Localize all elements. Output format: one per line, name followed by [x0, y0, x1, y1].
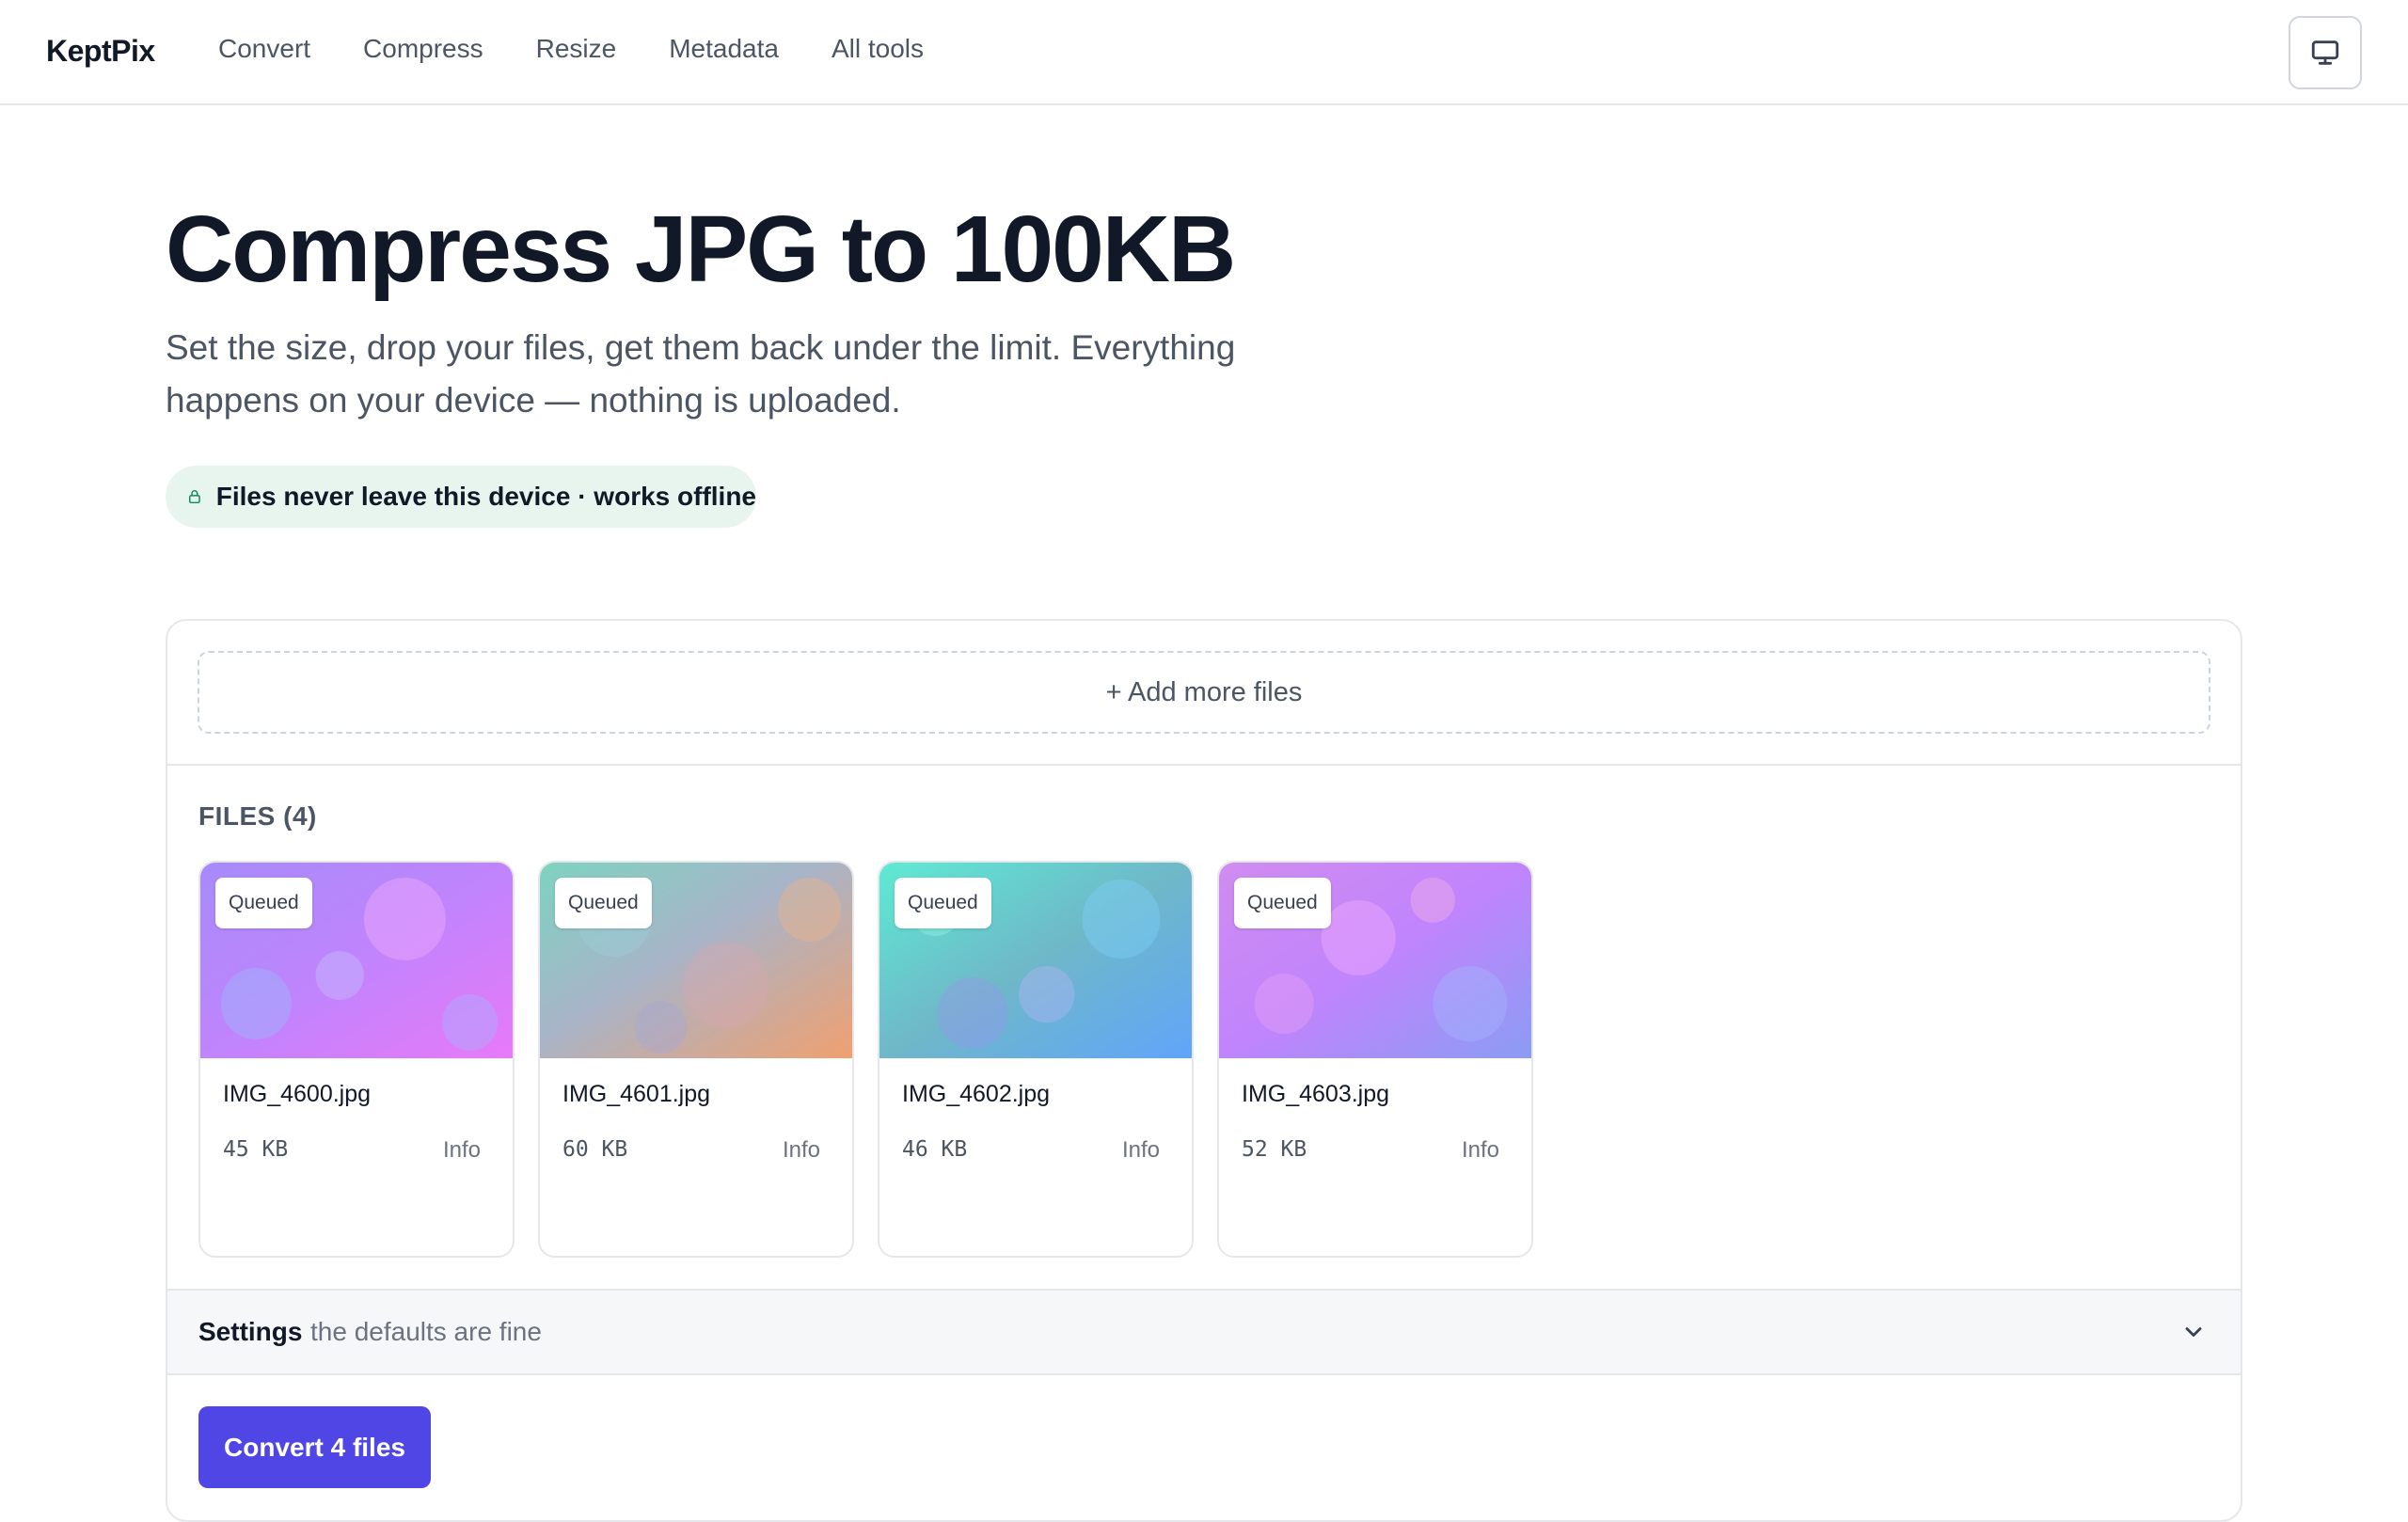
file-card[interactable]: Queued IMG_4603.jpg 52 KB Info	[1217, 861, 1533, 1258]
privacy-badge: Files never leave this device · works of…	[166, 466, 756, 528]
page-subtitle: Set the size, drop your files, get them …	[166, 328, 1236, 420]
settings-toggle[interactable]: Settings the defaults are fine	[167, 1289, 2241, 1375]
nav-convert[interactable]: Convert	[218, 34, 310, 64]
file-size: 60 KB	[562, 1137, 628, 1162]
file-name: IMG_4603.jpg	[1242, 1081, 1390, 1107]
device-mode-button[interactable]	[2289, 16, 2362, 89]
tool-panel: + Add more files FILES (4) Queued IMG_46…	[166, 619, 2242, 1522]
nav-metadata[interactable]: Metadata	[669, 34, 779, 64]
monitor-icon	[2311, 40, 2339, 65]
logo[interactable]: KeptPix	[46, 34, 155, 69]
file-name: IMG_4601.jpg	[562, 1081, 711, 1107]
nav-all-tools[interactable]: All tools	[832, 34, 924, 64]
file-info-link[interactable]: Info	[783, 1137, 820, 1164]
divider	[167, 764, 2241, 766]
file-info-link[interactable]: Info	[443, 1137, 481, 1164]
chevron-down-icon	[2185, 1327, 2202, 1337]
file-name: IMG_4600.jpg	[223, 1081, 372, 1107]
file-info-link[interactable]: Info	[1122, 1137, 1160, 1164]
files-heading: FILES (4)	[198, 801, 317, 831]
privacy-badge-label: Files never leave this device · works of…	[215, 482, 756, 511]
file-size: 52 KB	[1242, 1137, 1307, 1162]
file-size: 46 KB	[902, 1137, 968, 1162]
top-bar: KeptPix Convert Compress Resize Metadata…	[0, 0, 2408, 105]
settings-label: Settings	[198, 1317, 303, 1346]
convert-button[interactable]: Convert 4 files	[198, 1406, 431, 1488]
status-badge: Queued	[215, 878, 312, 928]
file-card[interactable]: Queued IMG_4600.jpg 45 KB Info	[198, 861, 515, 1258]
file-info-link[interactable]: Info	[1462, 1137, 1499, 1164]
file-card[interactable]: Queued IMG_4602.jpg 46 KB Info	[878, 861, 1194, 1258]
add-more-files-dropzone[interactable]: + Add more files	[198, 651, 2210, 734]
status-badge: Queued	[895, 878, 991, 928]
nav-compress[interactable]: Compress	[363, 34, 483, 64]
file-card[interactable]: Queued IMG_4601.jpg 60 KB Info	[538, 861, 854, 1258]
nav-resize[interactable]: Resize	[536, 34, 617, 64]
status-badge: Queued	[1234, 878, 1331, 928]
status-badge: Queued	[555, 878, 652, 928]
file-size: 45 KB	[223, 1137, 289, 1162]
settings-hint: the defaults are fine	[310, 1317, 542, 1346]
lock-icon	[188, 490, 200, 504]
page-title: Compress JPG to 100KB	[166, 197, 1236, 302]
main-nav: Convert Compress Resize Metadata All too…	[218, 34, 976, 64]
file-name: IMG_4602.jpg	[902, 1081, 1051, 1107]
